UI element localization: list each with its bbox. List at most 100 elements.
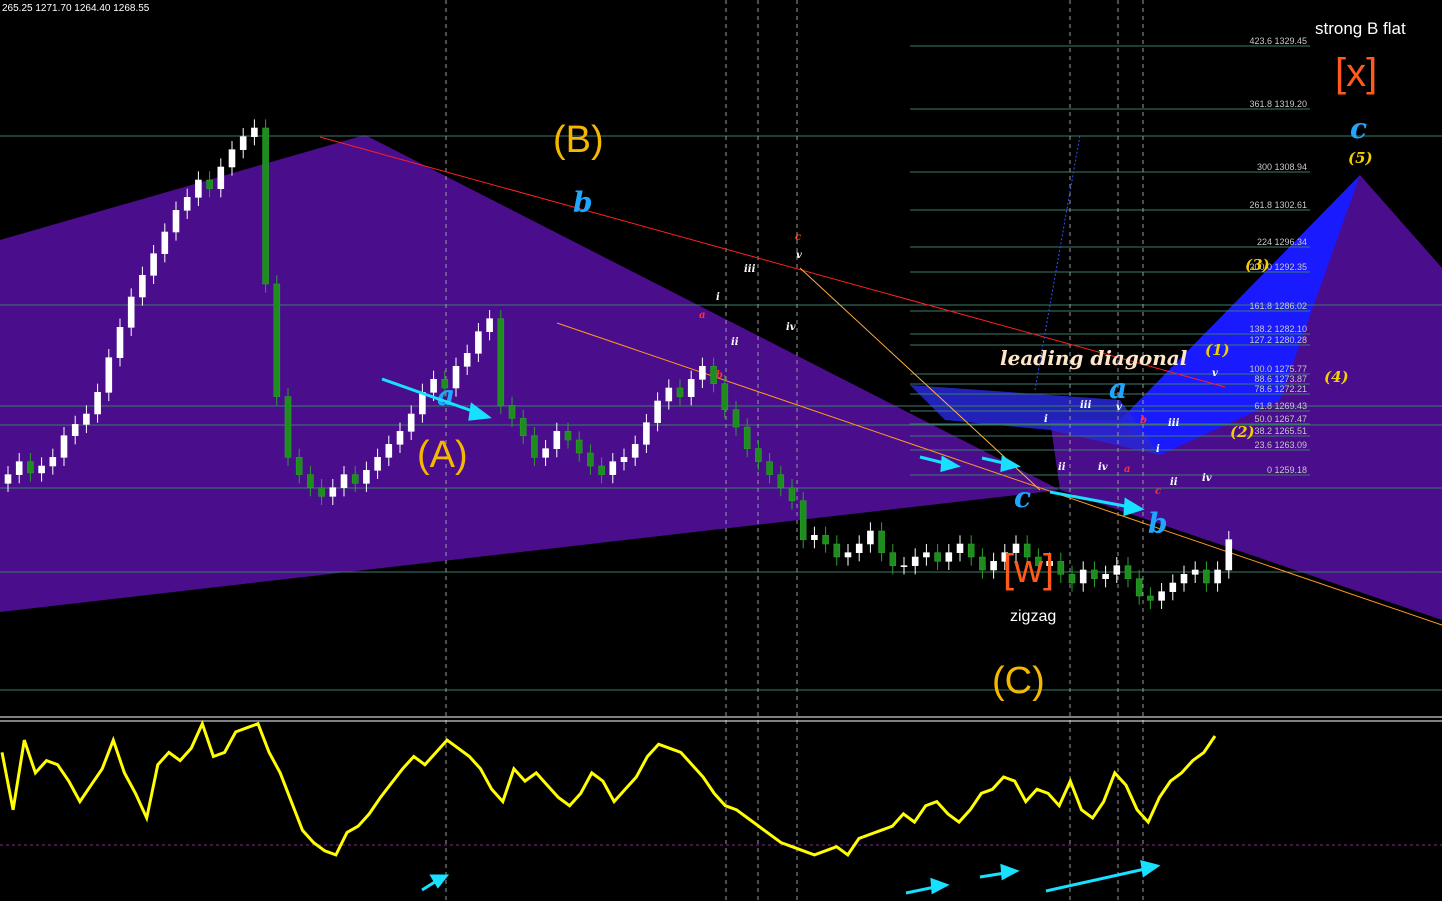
wave-label-5: (5) bbox=[1348, 149, 1373, 167]
candle-body bbox=[833, 543, 841, 558]
fib-level-label: 423.6 1329.45 bbox=[1249, 36, 1307, 46]
candle-body bbox=[27, 461, 34, 474]
candle-body bbox=[755, 448, 762, 462]
note-strong-b-flat: strong B flat bbox=[1315, 19, 1406, 38]
candle-body bbox=[1091, 569, 1098, 579]
candle-body bbox=[1113, 565, 1121, 575]
candle-body bbox=[643, 422, 650, 445]
candle-body bbox=[1180, 574, 1188, 584]
fib-level-label: 224 1296.34 bbox=[1257, 237, 1307, 247]
candle-body bbox=[811, 535, 818, 540]
small-wave-label: a bbox=[1124, 464, 1130, 475]
candle-body bbox=[687, 379, 695, 397]
candle-body bbox=[351, 474, 359, 484]
candle-body bbox=[407, 413, 415, 432]
fib-level-label: 127.2 1280.28 bbox=[1249, 335, 1307, 345]
candle-body bbox=[923, 552, 930, 558]
candle-body bbox=[284, 396, 292, 458]
small-wave-label: iii bbox=[1080, 400, 1092, 411]
small-wave-label: v bbox=[796, 250, 802, 261]
candle-body bbox=[262, 127, 269, 285]
price-chart: 423.6 1329.45 361.8 1319.20 300 1308.94 261… bbox=[0, 0, 1442, 901]
candle-body bbox=[385, 444, 393, 458]
candle-body bbox=[990, 561, 997, 571]
small-wave-label: ii bbox=[731, 337, 739, 348]
candle-body bbox=[508, 405, 516, 419]
candle-body bbox=[105, 357, 113, 393]
candle-body bbox=[1203, 569, 1210, 584]
candle-body bbox=[911, 556, 919, 566]
candle-body bbox=[967, 543, 975, 558]
small-wave-label: iii bbox=[744, 264, 756, 275]
wave-label-A: (A) bbox=[417, 434, 468, 476]
candle-body bbox=[553, 431, 561, 449]
candle-body bbox=[564, 431, 572, 441]
candle-body bbox=[463, 353, 471, 367]
wave-label-x: [x] bbox=[1335, 51, 1377, 95]
candle-body bbox=[721, 383, 729, 410]
candle-body bbox=[116, 327, 124, 358]
candle-body bbox=[150, 253, 157, 276]
fib-level-label: 88.6 1273.87 bbox=[1254, 374, 1307, 384]
candle-body bbox=[139, 275, 146, 298]
candle-body bbox=[206, 179, 213, 189]
candle-body bbox=[777, 474, 785, 488]
fib-level-label: 100.0 1275.77 bbox=[1249, 364, 1307, 374]
candle-body bbox=[239, 136, 247, 150]
fib-level-label: 61.8 1269.43 bbox=[1254, 401, 1307, 411]
candle-body bbox=[1169, 582, 1177, 592]
candle-body bbox=[38, 465, 45, 474]
small-wave-label: v bbox=[1212, 368, 1218, 379]
candle-body bbox=[620, 457, 628, 462]
candle-body bbox=[1214, 569, 1221, 584]
candle-body bbox=[1068, 574, 1076, 584]
fib-level-label: 261.8 1302.61 bbox=[1249, 200, 1307, 210]
wave-label-b-1: b bbox=[573, 186, 593, 219]
candle-body bbox=[497, 318, 505, 406]
fib-level-label: 361.8 1319.20 bbox=[1249, 99, 1307, 109]
candle-body bbox=[273, 283, 281, 397]
candle-body bbox=[889, 552, 897, 566]
candle-body bbox=[631, 444, 639, 458]
wave-label-C: (C) bbox=[992, 660, 1045, 702]
small-wave-label: ii bbox=[1170, 477, 1178, 488]
candle-body bbox=[855, 543, 863, 553]
candle-body bbox=[295, 457, 303, 475]
small-wave-label: ii bbox=[1058, 462, 1066, 473]
candle-body bbox=[217, 166, 225, 189]
candle-body bbox=[195, 179, 202, 198]
candle-body bbox=[1158, 591, 1165, 601]
candle-body bbox=[788, 487, 796, 501]
ohlc-readout: 265.25 1271.70 1264.40 1268.55 bbox=[2, 3, 150, 14]
candle-body bbox=[867, 530, 874, 545]
note-zigzag: zigzag bbox=[1010, 608, 1056, 625]
candle-body bbox=[531, 435, 538, 458]
candle-body bbox=[374, 457, 381, 471]
small-wave-label: iv bbox=[1202, 473, 1212, 484]
candle-body bbox=[575, 439, 583, 454]
fib-level-label: 78.6 1272.21 bbox=[1254, 384, 1307, 394]
wave-label-4: (4) bbox=[1324, 368, 1349, 386]
candle-body bbox=[799, 500, 807, 540]
wave-label-3: (3) bbox=[1245, 256, 1270, 274]
candle-body bbox=[1191, 569, 1199, 575]
candle-body bbox=[251, 127, 258, 137]
wave-label-c-2: c bbox=[1350, 112, 1367, 145]
fib-level-label: 0 1259.18 bbox=[1267, 465, 1307, 475]
small-wave-label: iii bbox=[1168, 418, 1180, 429]
candle-body bbox=[4, 474, 12, 484]
small-wave-label: c bbox=[795, 232, 801, 243]
small-wave-label: i bbox=[1156, 444, 1160, 455]
candle-body bbox=[654, 400, 661, 423]
wave-label-b-2: b bbox=[1148, 507, 1168, 540]
candle-body bbox=[60, 435, 68, 458]
candle-body bbox=[1225, 539, 1233, 571]
note-leading-diagonal: leading diagonal bbox=[1000, 346, 1188, 370]
candle-body bbox=[307, 474, 314, 488]
candle-body bbox=[1057, 561, 1065, 575]
small-wave-label: v bbox=[1116, 402, 1122, 413]
candle-body bbox=[956, 543, 964, 553]
candle-body bbox=[900, 565, 908, 567]
small-wave-label: b bbox=[1140, 415, 1147, 426]
small-wave-label: i bbox=[1044, 414, 1048, 425]
